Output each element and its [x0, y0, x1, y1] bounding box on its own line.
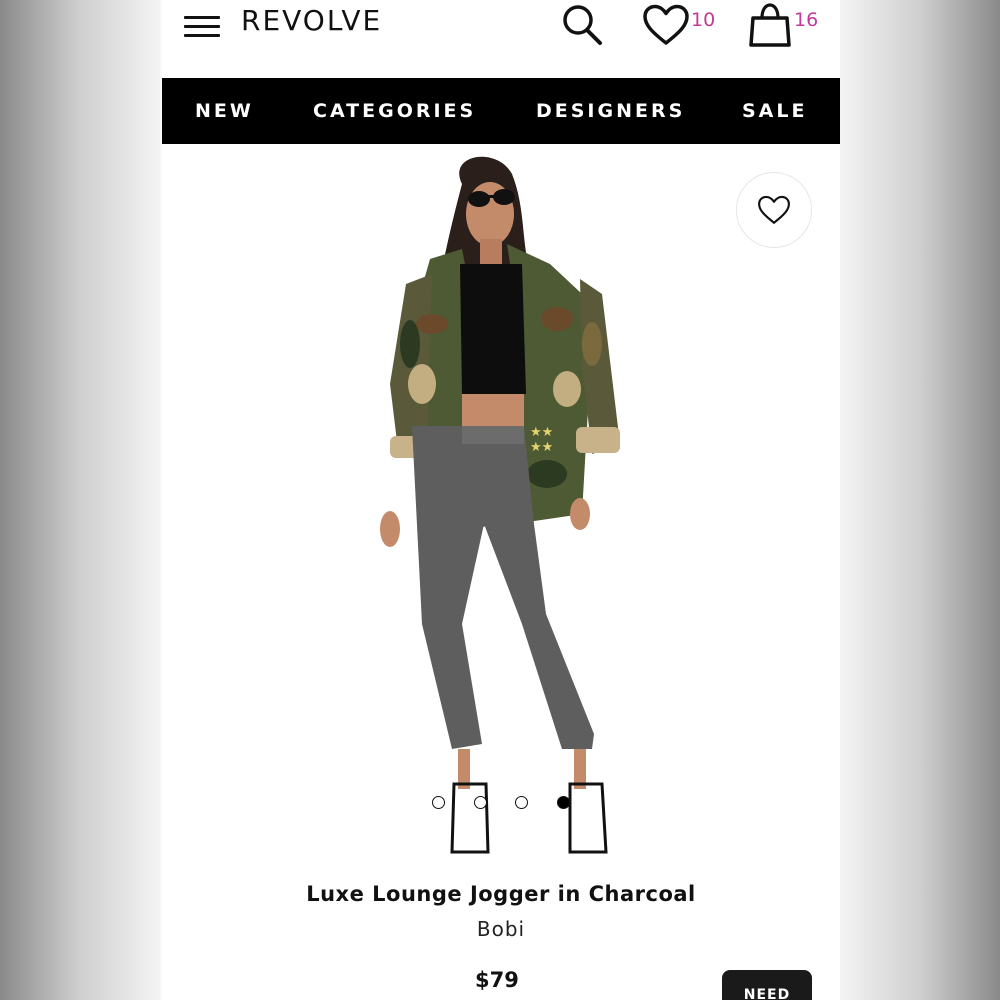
heart-icon[interactable]: [642, 4, 690, 46]
carousel-pagination: [162, 796, 840, 812]
carousel-dot-active[interactable]: [557, 796, 570, 809]
heart-outline-icon: [758, 195, 790, 224]
site-logo[interactable]: REVOLVE: [241, 4, 382, 37]
nav-item-sale[interactable]: SALE: [742, 100, 807, 122]
search-icon[interactable]: [560, 2, 606, 48]
product-brand[interactable]: Bobi: [162, 917, 840, 941]
mobile-page: REVOLVE 10 16 NEW CATEGORIES DESIGNERS S…: [162, 0, 840, 1000]
nav-item-designers[interactable]: DESIGNERS: [536, 100, 685, 122]
bag-count-badge: 16: [794, 9, 819, 31]
svg-text:★★: ★★: [530, 425, 553, 440]
product-price: $79: [475, 968, 519, 992]
shopping-bag-icon[interactable]: [748, 2, 792, 48]
product-title: Luxe Lounge Jogger in Charcoal: [306, 882, 696, 906]
hamburger-menu-icon[interactable]: [184, 14, 222, 40]
need-button[interactable]: NEED: [722, 970, 812, 1000]
product-image-carousel[interactable]: ★★ ★★: [162, 144, 840, 870]
carousel-dot[interactable]: [474, 796, 487, 809]
nav-item-new[interactable]: NEW: [195, 100, 254, 122]
nav-item-categories[interactable]: CATEGORIES: [313, 100, 476, 122]
product-photo: ★★ ★★: [380, 156, 620, 854]
category-nav-bar: NEW CATEGORIES DESIGNERS SALE: [162, 78, 840, 144]
carousel-dot[interactable]: [515, 796, 528, 809]
add-to-wishlist-button[interactable]: [736, 172, 812, 248]
carousel-dot[interactable]: [432, 796, 445, 809]
svg-text:★★: ★★: [530, 440, 553, 455]
top-bar: REVOLVE 10 16: [162, 0, 840, 78]
wishlist-count-badge: 10: [691, 9, 716, 31]
